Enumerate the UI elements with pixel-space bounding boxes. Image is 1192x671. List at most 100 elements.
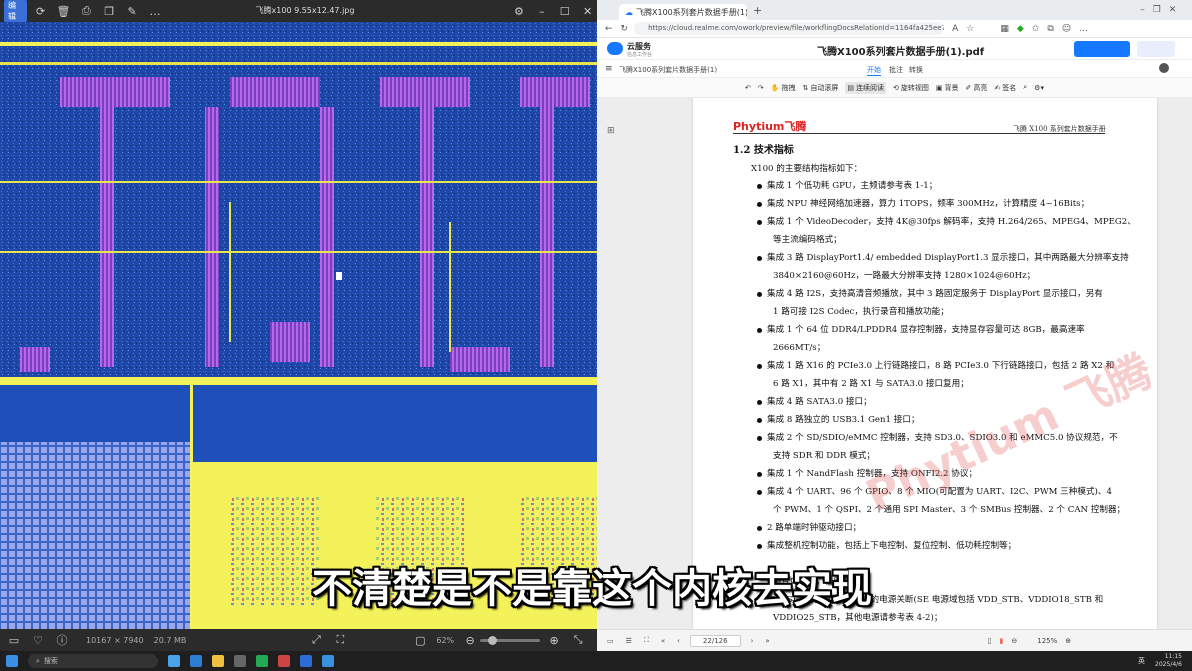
- app-icon-red[interactable]: [278, 655, 290, 667]
- minimize-icon[interactable]: –: [532, 2, 551, 20]
- aspect-icon[interactable]: ▢: [410, 631, 430, 649]
- list-item: 集成整机控制功能，包括上下电控制、复位控制、低功耗控制等；: [767, 541, 1017, 551]
- fit-icon[interactable]: ⤢: [306, 631, 326, 649]
- search-icon[interactable]: ⌕: [1023, 83, 1027, 92]
- menu-start[interactable]: 开始: [867, 65, 881, 76]
- favorites-icon[interactable]: ✩: [1032, 24, 1040, 34]
- user-count-button[interactable]: [1137, 41, 1175, 57]
- menu-annotate[interactable]: 批注: [889, 65, 903, 75]
- windows-taskbar: ⌕ 搜索 英 11:15 2025/4/6: [0, 651, 1192, 671]
- list-item: 2666MT/s；: [773, 343, 826, 353]
- page-indicator[interactable]: 22/126: [689, 634, 741, 647]
- zoom-slider[interactable]: [480, 635, 541, 645]
- menu-convert[interactable]: 转换: [909, 65, 923, 75]
- extension-icon[interactable]: ▦: [1000, 24, 1009, 34]
- list-bullet: [757, 436, 762, 441]
- app-header: 云服务 信息工作台 飞腾X100系列套片数据手册(1).pdf: [597, 38, 1192, 60]
- new-tab-icon[interactable]: +: [753, 4, 762, 17]
- thumbnail-toggle-icon[interactable]: ⊞: [607, 126, 615, 136]
- print-icon[interactable]: ⎙: [77, 2, 96, 20]
- image-dimensions: 10167 × 7940: [86, 635, 144, 645]
- edit-icon[interactable]: ✎: [123, 2, 142, 20]
- copy-icon[interactable]: ❐: [100, 2, 119, 20]
- expand-icon[interactable]: ⤡: [568, 631, 588, 649]
- share-button[interactable]: [1074, 41, 1130, 57]
- single-page-icon[interactable]: ▯: [988, 637, 992, 645]
- zoom-in-doc-icon[interactable]: ⊕: [1065, 637, 1071, 645]
- pdf-page: Phytium飞腾 飞腾 X100 系列套片数据手册 1.2 技术指标 X100…: [693, 98, 1160, 629]
- start-icon[interactable]: [6, 655, 18, 667]
- doc-zoom: 125%: [1037, 636, 1058, 645]
- list-item: 6 路 X1，其中有 2 路 X1 与 SATA3.0 接口复用；: [773, 379, 969, 389]
- viewer-zoom: 62%: [436, 635, 455, 645]
- explorer-icon[interactable]: [212, 655, 224, 667]
- rotate-view-icon: ⟲: [893, 83, 899, 92]
- bookmark-icon[interactable]: ☆: [966, 24, 974, 34]
- app-icon-green[interactable]: [256, 655, 268, 667]
- document-title: 飞腾X100系列套片数据手册(1).pdf: [817, 47, 985, 58]
- tool-highlight[interactable]: ✐ 高亮: [966, 83, 988, 93]
- doc-statusbar: ▭ ☰ ⛶ « ‹ 22/126 › » ▯ ▮ ⊖ 125% ⊕: [597, 629, 1192, 651]
- maximize-icon[interactable]: ☐: [555, 2, 574, 20]
- edge-icon[interactable]: [190, 655, 202, 667]
- redo-icon[interactable]: ↷: [758, 84, 764, 92]
- outline-icon[interactable]: ☰: [626, 637, 632, 645]
- collections-icon[interactable]: ⧉: [1047, 24, 1053, 34]
- close-icon[interactable]: ✕: [578, 2, 597, 20]
- zoom-in-icon[interactable]: ⊕: [544, 631, 564, 649]
- next-page-icon[interactable]: ›: [751, 637, 754, 645]
- settings-app-icon[interactable]: [234, 655, 246, 667]
- taskbar-search[interactable]: ⌕ 搜索: [28, 654, 158, 668]
- tool-autoscroll[interactable]: ⇅ 自动滚屏: [803, 83, 839, 93]
- tool-rotate[interactable]: ⟲ 旋转视图: [893, 83, 929, 93]
- undo-icon[interactable]: ↶: [745, 84, 751, 92]
- tool-continuous[interactable]: ▤ 连续阅读: [845, 81, 886, 94]
- dual-page-icon[interactable]: ▮: [1000, 637, 1004, 645]
- list-bullet: [757, 526, 762, 531]
- reader-mode-icon[interactable]: A: [952, 24, 958, 34]
- list-bullet: [757, 400, 762, 405]
- menu-icon[interactable]: ≡: [605, 64, 613, 74]
- tool-sign[interactable]: ✍ 签名: [994, 83, 1016, 93]
- window-restore-icon[interactable]: ❐: [1153, 5, 1161, 15]
- list-item: 集成 1 个 VideoDecoder，支持 4K@30fps 解码率，支持 H…: [767, 217, 1136, 227]
- taskview-icon[interactable]: [168, 655, 180, 667]
- zoom-out-icon[interactable]: ⊖: [460, 631, 480, 649]
- rotate-icon[interactable]: ⟳: [31, 2, 50, 20]
- tab-document[interactable]: ☁ 飞腾X100系列套片数据手册(1).pd ✕: [619, 4, 747, 20]
- list-item: 1 路可接 I2S Codec，执行录音和播放功能；: [773, 307, 949, 317]
- url-input[interactable]: https://cloud.realme.com/owork/preview/f…: [634, 22, 945, 35]
- back-icon[interactable]: ←: [605, 24, 613, 34]
- window-minimize-icon[interactable]: –: [1140, 5, 1145, 15]
- last-page-icon[interactable]: »: [765, 637, 769, 645]
- delete-icon[interactable]: 🗑: [54, 2, 73, 20]
- window-close-icon[interactable]: ✕: [1169, 5, 1177, 15]
- tool-background[interactable]: ▣ 背景: [936, 83, 959, 93]
- image-filesize: 20.7 MB: [153, 635, 187, 645]
- user-avatar[interactable]: [1159, 63, 1169, 73]
- edit-mode-button[interactable]: 编辑: [4, 0, 28, 23]
- settings-dropdown-icon[interactable]: ⚙▾: [1034, 84, 1044, 92]
- tool-drag[interactable]: ✋ 拖拽: [771, 83, 796, 93]
- photos-app-icon[interactable]: [322, 655, 334, 667]
- first-page-icon[interactable]: «: [661, 637, 665, 645]
- favorite-icon[interactable]: ♡: [28, 631, 48, 649]
- more-icon[interactable]: …: [146, 2, 165, 20]
- app-icon-blue[interactable]: [300, 655, 312, 667]
- thumbnails-icon[interactable]: ▭: [607, 637, 614, 645]
- fullscreen-icon[interactable]: ⛶: [330, 631, 350, 649]
- profile-icon[interactable]: ☺: [1062, 24, 1071, 34]
- prev-page-icon[interactable]: ‹: [677, 637, 680, 645]
- info-icon[interactable]: ⓘ: [52, 631, 72, 649]
- fullpage-icon[interactable]: ⛶: [644, 636, 649, 645]
- tab-favicon-icon: ☁: [625, 7, 633, 17]
- settings-icon[interactable]: ⚙: [509, 2, 528, 20]
- clock[interactable]: 11:15 2025/4/6: [1155, 653, 1182, 669]
- zoom-out-doc-icon[interactable]: ⊖: [1011, 637, 1017, 645]
- refresh-icon[interactable]: ↻: [621, 24, 629, 34]
- input-lang[interactable]: 英: [1138, 656, 1145, 666]
- browser-menu-icon[interactable]: …: [1079, 24, 1088, 34]
- search-icon-taskbar: ⌕: [36, 656, 40, 665]
- filmstrip-icon[interactable]: ▭: [4, 631, 24, 649]
- extension-green-icon[interactable]: ◆: [1017, 24, 1024, 34]
